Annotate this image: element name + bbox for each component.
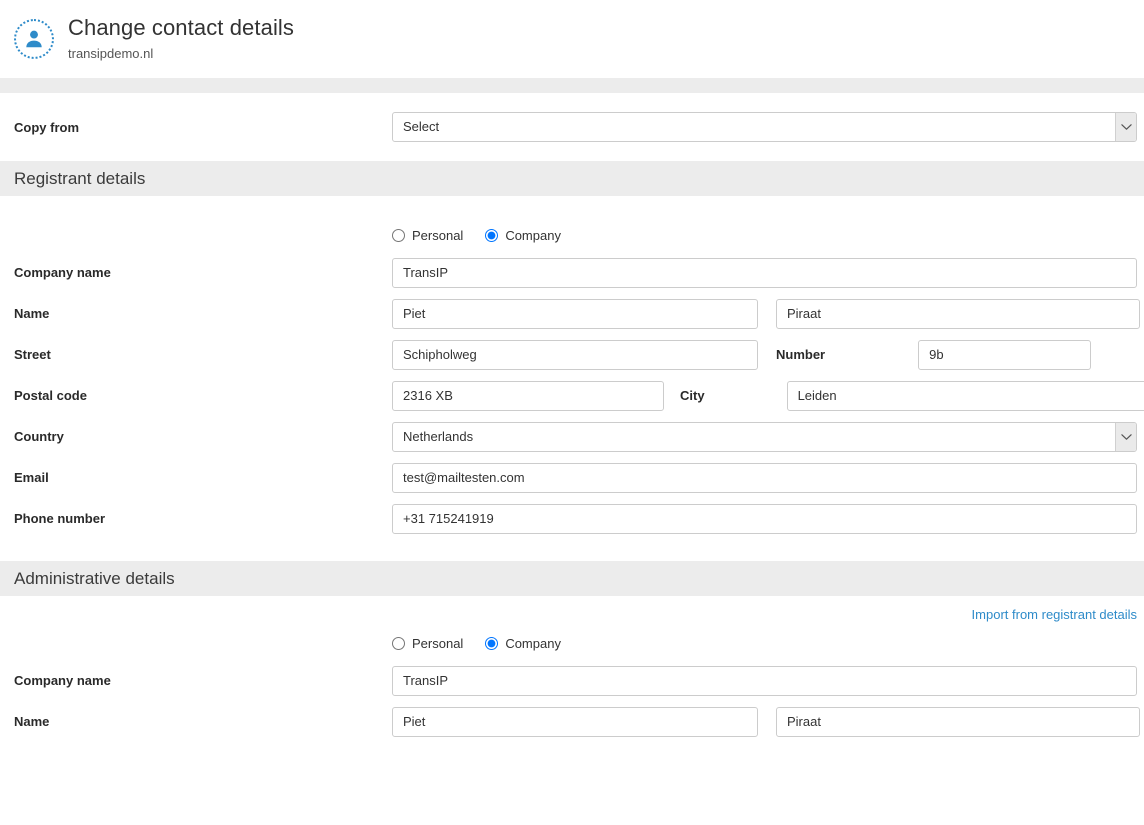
administrative-radio-company[interactable]: Company xyxy=(485,636,561,651)
registrant-postal-row: Postal code City xyxy=(0,375,1144,416)
registrant-city-label: City xyxy=(680,388,705,403)
registrant-name-row: Name xyxy=(0,293,1144,334)
page-header: Change contact details transipdemo.nl xyxy=(0,0,1144,78)
administrative-type-row: Personal Company xyxy=(0,626,1144,660)
section-header-administrative: Administrative details xyxy=(0,561,1144,596)
registrant-phone-row: Phone number xyxy=(0,498,1144,539)
registrant-radio-personal[interactable]: Personal xyxy=(392,228,463,243)
administrative-name-label: Name xyxy=(14,714,50,729)
copy-from-label: Copy from xyxy=(14,119,79,135)
user-avatar-icon xyxy=(14,19,54,59)
administrative-name-row: Name xyxy=(0,701,1144,742)
administrative-company-name-input[interactable] xyxy=(392,665,1137,696)
registrant-last-name-input[interactable] xyxy=(776,298,1140,329)
administrative-type-group[interactable]: Personal Company xyxy=(392,636,561,651)
administrative-first-name-input[interactable] xyxy=(392,706,758,737)
registrant-phone-label: Phone number xyxy=(14,511,106,526)
registrant-number-label: Number xyxy=(776,347,826,362)
registrant-city-input[interactable] xyxy=(786,380,1144,411)
registrant-radio-company[interactable]: Company xyxy=(485,228,561,243)
copy-from-area: Copy from Select xyxy=(0,93,1144,161)
registrant-email-label: Email xyxy=(14,470,49,485)
registrant-radio-company-label: Company xyxy=(505,227,561,243)
administrative-radio-company-label: Company xyxy=(505,635,561,651)
registrant-email-input[interactable] xyxy=(392,462,1137,493)
administrative-radio-personal-input[interactable] xyxy=(392,636,405,650)
registrant-email-row: Email xyxy=(0,457,1144,498)
registrant-postal-code-input[interactable] xyxy=(392,380,664,411)
registrant-postal-code-label: Postal code xyxy=(14,388,87,403)
registrant-street-label: Street xyxy=(14,347,51,362)
registrant-street-input[interactable] xyxy=(392,339,758,370)
page-title: Change contact details xyxy=(68,15,295,40)
registrant-form: Personal Company Company name Name Stree… xyxy=(0,196,1144,561)
registrant-company-name-label: Company name xyxy=(14,265,111,280)
administrative-company-name-row: Company name xyxy=(0,660,1144,701)
registrant-name-label: Name xyxy=(14,306,50,321)
registrant-company-name-row: Company name xyxy=(0,252,1144,293)
registrant-type-group[interactable]: Personal Company xyxy=(392,228,561,243)
registrant-radio-personal-input[interactable] xyxy=(392,228,405,242)
section-title-registrant: Registrant details xyxy=(14,168,146,188)
registrant-radio-personal-label: Personal xyxy=(412,227,464,243)
registrant-company-name-input[interactable] xyxy=(392,257,1137,288)
import-link-row: Import from registrant details xyxy=(0,596,1144,626)
section-header-registrant: Registrant details xyxy=(0,161,1144,196)
registrant-phone-input[interactable] xyxy=(392,503,1137,534)
header-separator-band xyxy=(0,78,1144,93)
copy-from-row: Copy from Select xyxy=(0,103,1144,151)
administrative-radio-personal[interactable]: Personal xyxy=(392,636,463,651)
registrant-country-select[interactable]: Netherlands xyxy=(392,421,1137,452)
import-from-registrant-details-link[interactable]: Import from registrant details xyxy=(972,607,1137,626)
registrant-first-name-input[interactable] xyxy=(392,298,758,329)
administrative-form: Import from registrant details Personal … xyxy=(0,596,1144,742)
registrant-country-row: Country Netherlands xyxy=(0,416,1144,457)
copy-from-select-wrap[interactable]: Select xyxy=(392,112,1137,142)
section-title-administrative: Administrative details xyxy=(14,568,175,588)
registrant-street-row: Street Number xyxy=(0,334,1144,375)
administrative-company-name-label: Company name xyxy=(14,673,111,688)
registrant-country-label: Country xyxy=(14,429,64,444)
registrant-number-input[interactable] xyxy=(918,339,1092,370)
copy-from-select[interactable]: Select xyxy=(392,112,1137,142)
page-subtitle: transipdemo.nl xyxy=(68,46,154,61)
registrant-country-select-wrap[interactable]: Netherlands xyxy=(392,421,1137,452)
header-text-block: Change contact details transipdemo.nl xyxy=(68,14,294,63)
administrative-last-name-input[interactable] xyxy=(776,706,1140,737)
registrant-type-row: Personal Company xyxy=(0,218,1144,252)
registrant-radio-company-input[interactable] xyxy=(485,228,499,242)
administrative-radio-company-input[interactable] xyxy=(485,636,499,650)
administrative-radio-personal-label: Personal xyxy=(412,635,464,651)
